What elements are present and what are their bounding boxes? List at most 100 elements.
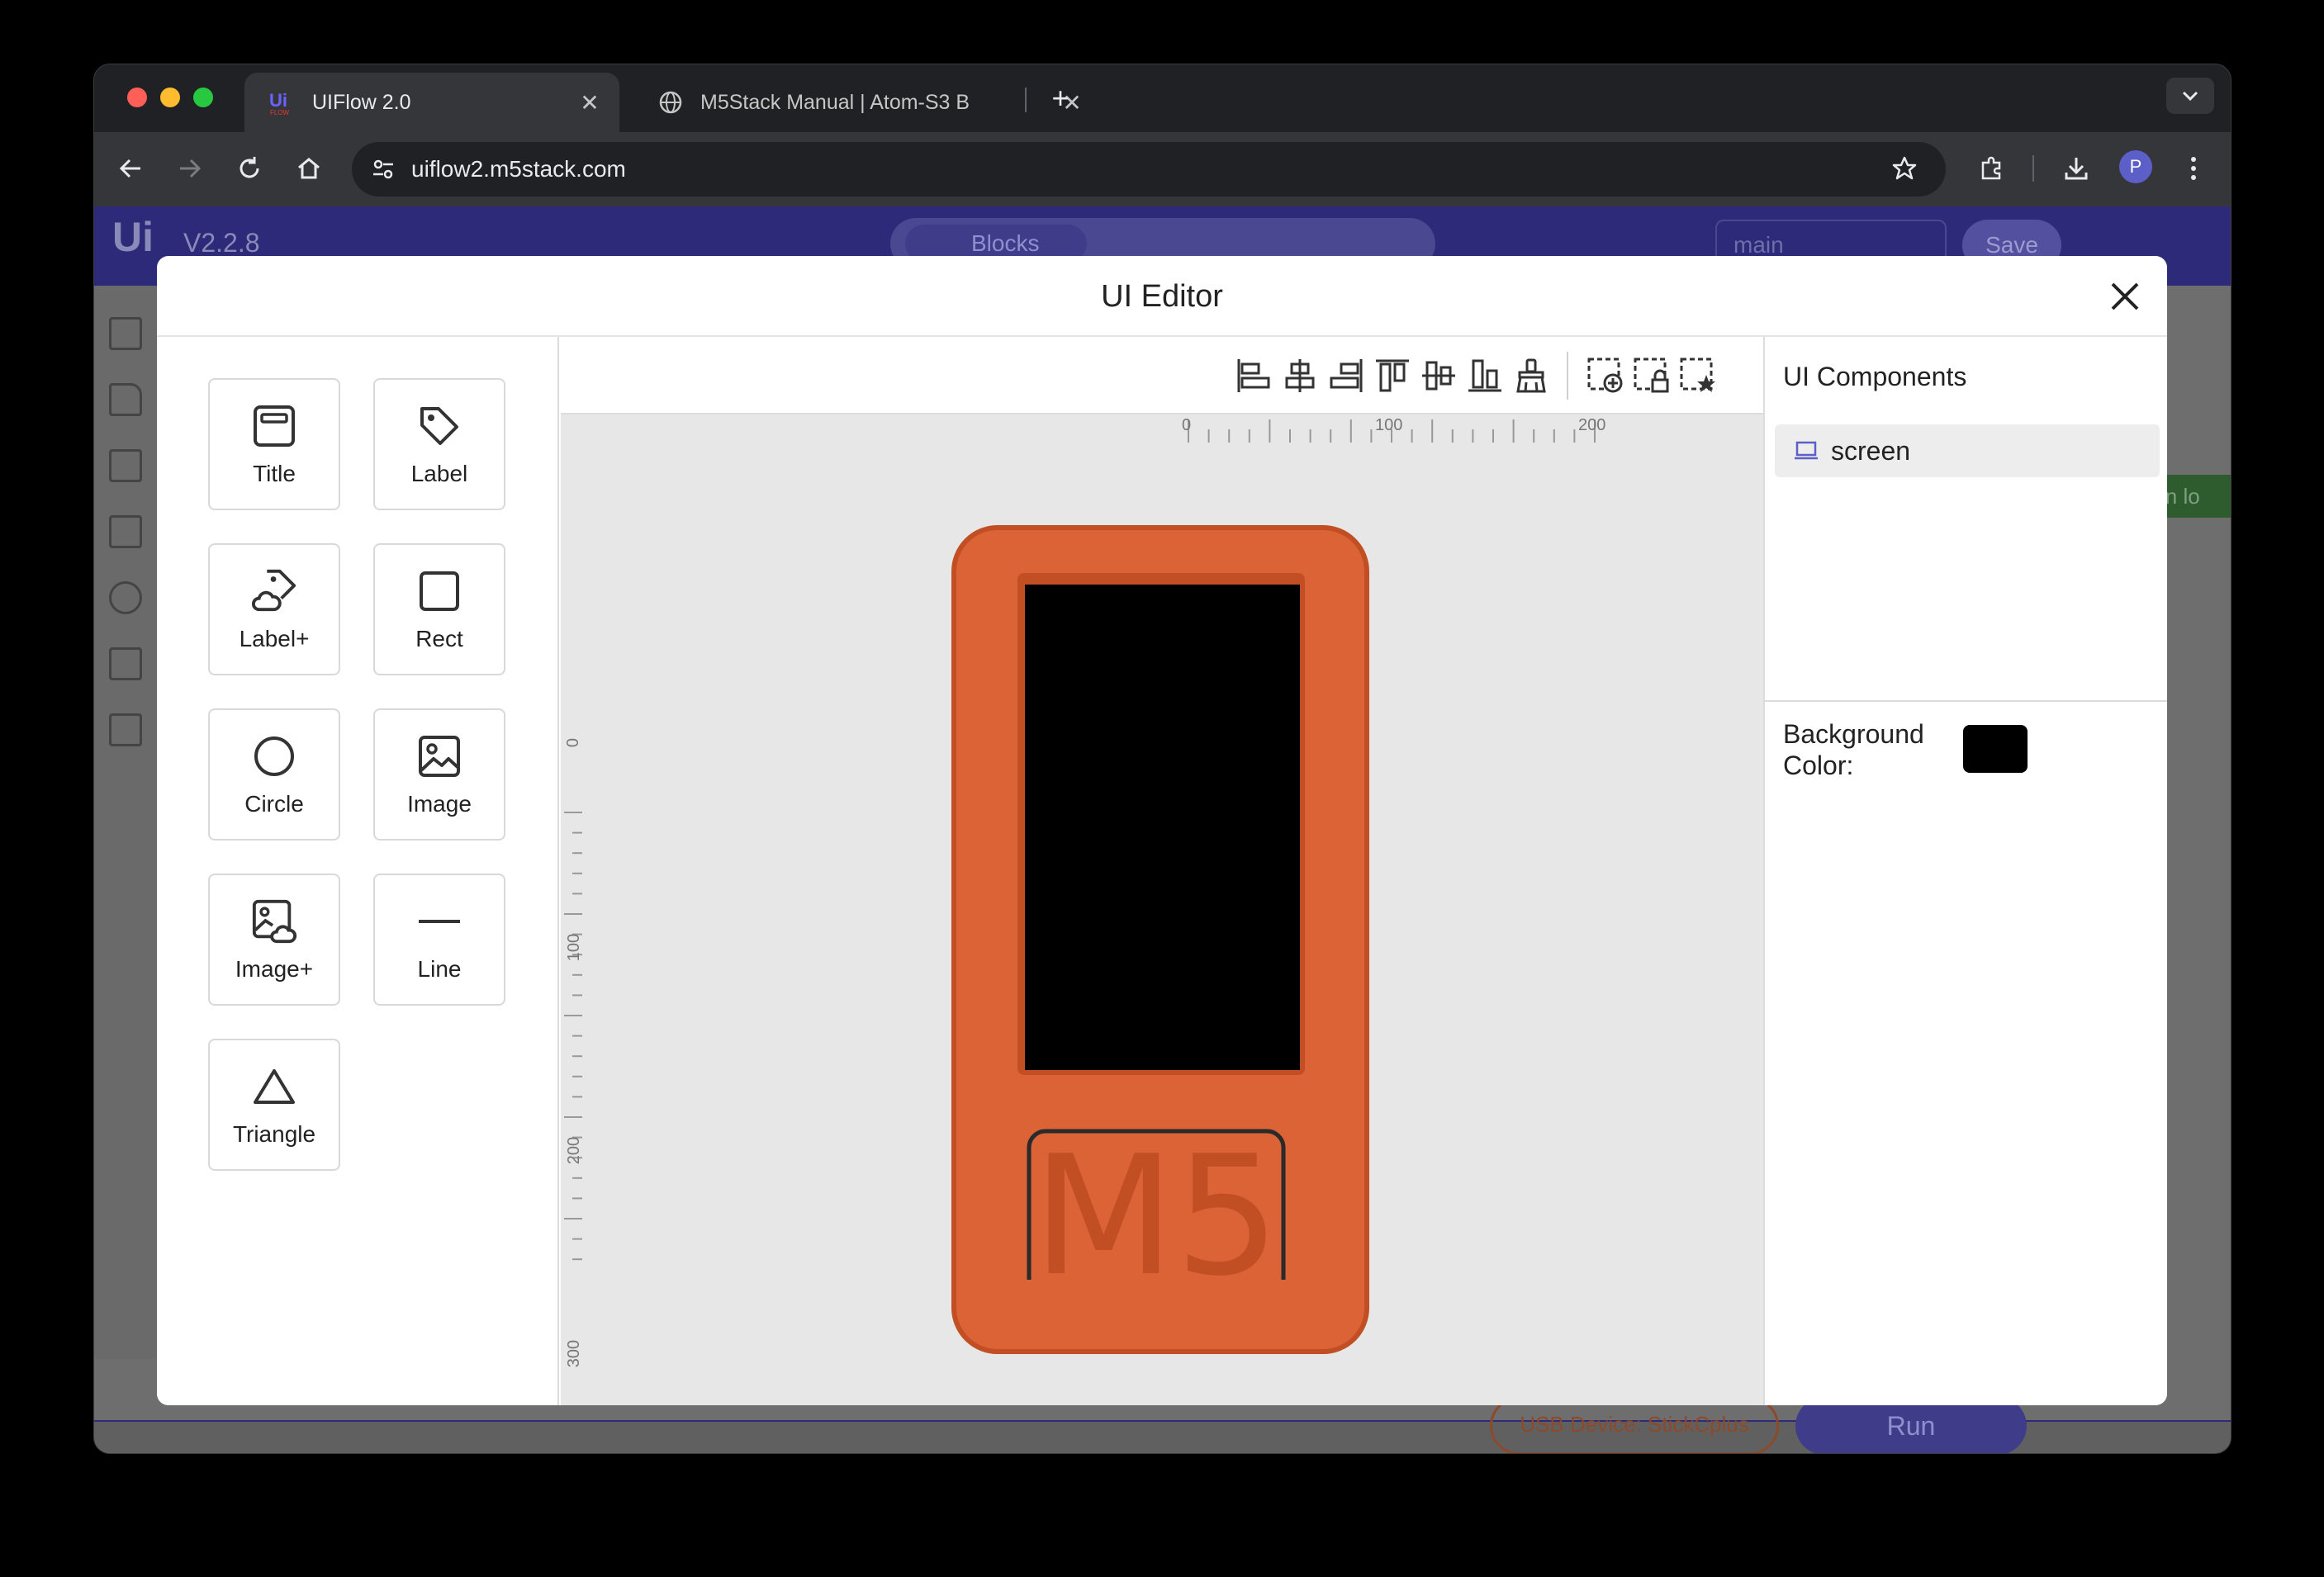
align-right-button[interactable] [1326, 355, 1367, 396]
maximize-window-button[interactable] [193, 88, 213, 107]
home-icon [298, 158, 320, 179]
panel-title: UI Components [1783, 362, 1967, 391]
align-right-icon [1330, 359, 1363, 392]
browser-toolbar: uiflow2.m5stack.com P [94, 132, 2231, 206]
modal-title: UI Editor [1101, 279, 1223, 314]
page-add-icon [1587, 358, 1623, 393]
align-center-v-icon [1422, 361, 1455, 391]
title-icon [251, 403, 297, 449]
modal-header: UI Editor [157, 256, 2167, 337]
tag-icon [109, 383, 142, 416]
align-center-h-icon [1285, 359, 1315, 392]
cloud-tag-icon [251, 568, 297, 614]
reload-button[interactable] [233, 152, 266, 185]
ruler-label: 0 [564, 737, 583, 748]
tab-m5stack-manual[interactable]: M5Stack Manual | Atom-S3 B ✕ [639, 73, 1102, 132]
ruler-label: 0 [1182, 416, 1192, 434]
broom-icon [1516, 358, 1546, 393]
component-item-screen[interactable]: screen [1775, 424, 2160, 477]
globe-icon [656, 88, 685, 117]
background-color-label: Background Color: [1783, 719, 1924, 780]
palette-label: Line [417, 956, 462, 982]
align-center-horizontal-button[interactable] [1279, 355, 1321, 396]
add-title-button[interactable]: Title [208, 378, 340, 510]
tab-search-button[interactable] [2166, 78, 2214, 114]
cloud-image-icon [251, 898, 297, 945]
add-circle-button[interactable]: Circle [208, 708, 340, 841]
tab-uiflow[interactable]: Ui FLOW UIFlow 2.0 ✕ [244, 73, 619, 132]
vertical-ruler [564, 812, 582, 1261]
align-top-icon [1376, 359, 1409, 392]
background-color-picker[interactable] [1963, 725, 2028, 773]
device-screen[interactable] [1025, 585, 1300, 1070]
tab-title: UIFlow 2.0 [312, 90, 411, 114]
home-button[interactable] [292, 152, 325, 185]
tag-icon [416, 403, 462, 449]
image-icon [109, 647, 142, 680]
chevron-down-icon [2182, 91, 2198, 102]
forward-button[interactable] [173, 152, 206, 185]
tab-bar: Ui FLOW UIFlow 2.0 ✕ M5Stack Manual | Ato… [94, 64, 2231, 132]
ui-components-panel: UI Components screen Background Color: [1763, 337, 2167, 1405]
palette-label: Rect [415, 626, 463, 651]
tab-close-icon[interactable]: ✕ [575, 89, 605, 116]
page-settings-button[interactable] [1677, 355, 1719, 396]
browser-menu-button[interactable] [2177, 152, 2210, 185]
panel-divider [1765, 700, 2167, 702]
uiflow-favicon-icon: Ui FLOW [268, 88, 297, 117]
add-image-button[interactable]: Image [373, 708, 505, 841]
align-top-button[interactable] [1372, 355, 1413, 396]
align-bottom-button[interactable] [1464, 355, 1506, 396]
ruler-label: 100 [565, 933, 584, 962]
component-item-label: screen [1831, 435, 1911, 466]
svg-text:FLOW: FLOW [270, 109, 290, 116]
add-rect-button[interactable]: Rect [373, 543, 505, 675]
ruler-label: 200 [1578, 416, 1606, 434]
add-label-plus-button[interactable]: Label+ [208, 543, 340, 675]
palette-label: Label+ [239, 626, 310, 651]
add-triangle-button[interactable]: Triangle [208, 1039, 340, 1171]
extensions-button[interactable] [1975, 152, 2009, 185]
bookmark-button[interactable] [1888, 152, 1921, 185]
lock-page-button[interactable] [1631, 355, 1672, 396]
arrow-left-icon [119, 159, 140, 178]
title-icon [109, 317, 142, 350]
add-page-button[interactable] [1585, 355, 1626, 396]
toolbar-separator [1567, 352, 1568, 400]
align-middle-vertical-button[interactable] [1418, 355, 1459, 396]
app-logo: Ui [112, 214, 154, 260]
alignment-toolbar [561, 337, 1763, 414]
add-label-button[interactable]: Label [373, 378, 505, 510]
tab-title: M5Stack Manual | Atom-S3 B [700, 90, 970, 114]
app-sidebar [94, 286, 157, 1359]
downloads-button[interactable] [2060, 152, 2093, 185]
tab-separator [1025, 88, 1027, 112]
image-icon [416, 733, 462, 779]
align-left-icon [1237, 359, 1270, 392]
new-tab-button[interactable]: + [1044, 83, 1077, 116]
back-button[interactable] [114, 152, 147, 185]
component-palette: Title Label Label+ Rect Circle Image Ima… [157, 337, 559, 1405]
site-settings-icon[interactable] [372, 158, 395, 181]
address-bar[interactable]: uiflow2.m5stack.com [352, 142, 1946, 197]
align-bottom-icon [1468, 359, 1501, 392]
puzzle-icon [1981, 156, 2001, 180]
usb-device-badge: USB Device: StickCplus [1490, 1397, 1779, 1453]
palette-label: Circle [244, 791, 304, 817]
profile-avatar[interactable]: P [2119, 150, 2152, 183]
circle-icon [251, 733, 297, 779]
triangle-icon [251, 1063, 297, 1110]
m5-logo: M5 [1027, 1123, 1286, 1288]
add-line-button[interactable]: Line [373, 874, 505, 1006]
align-left-button[interactable] [1233, 355, 1274, 396]
close-modal-button[interactable] [2104, 276, 2146, 317]
clear-canvas-button[interactable] [1511, 355, 1552, 396]
close-window-button[interactable] [127, 88, 147, 107]
minimize-window-button[interactable] [160, 88, 180, 107]
toolbar-separator [2032, 155, 2034, 182]
square-icon [109, 515, 142, 548]
add-image-plus-button[interactable]: Image+ [208, 874, 340, 1006]
kebab-menu-icon [2191, 157, 2196, 180]
close-icon [2111, 282, 2139, 310]
star-icon [1892, 156, 1917, 180]
